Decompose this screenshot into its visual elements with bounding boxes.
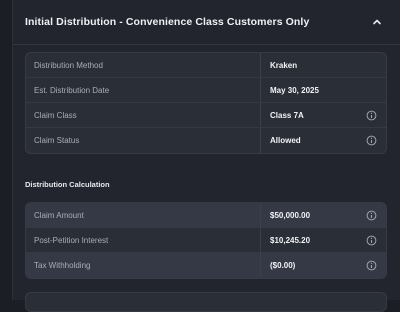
- section-title: Distribution Calculation: [25, 180, 110, 189]
- detail-value: Class 7A: [270, 110, 304, 120]
- panel-title: Initial Distribution - Convenience Class…: [25, 16, 310, 28]
- column-divider: [260, 228, 261, 252]
- distribution-details-card: Distribution Method Kraken Est. Distribu…: [25, 52, 387, 154]
- column-divider: [260, 78, 261, 102]
- detail-row: Distribution Method Kraken: [26, 53, 386, 78]
- info-circle-icon[interactable]: [366, 260, 377, 271]
- chevron-up-icon[interactable]: [370, 15, 384, 29]
- distribution-calculation-card: Claim Amount $50,000.00 Post-Petition In…: [25, 202, 387, 279]
- calculation-row: Claim Amount $50,000.00: [26, 203, 386, 228]
- panel-header[interactable]: Initial Distribution - Convenience Class…: [13, 0, 400, 44]
- detail-value: Kraken: [270, 60, 298, 70]
- column-divider: [260, 128, 261, 153]
- info-circle-icon[interactable]: [366, 110, 377, 121]
- detail-value: May 30, 2025: [270, 85, 319, 95]
- column-divider: [260, 203, 261, 227]
- calculation-value: $50,000.00: [270, 210, 311, 220]
- info-circle-icon[interactable]: [366, 135, 377, 146]
- calculation-value: $10,245.20: [270, 235, 311, 245]
- calculation-row: Tax Withholding ($0.00): [26, 253, 386, 278]
- detail-row: Claim Class Class 7A: [26, 103, 386, 128]
- detail-label: Est. Distribution Date: [34, 85, 110, 95]
- next-card-edge: [25, 292, 387, 312]
- calculation-label: Claim Amount: [34, 210, 84, 220]
- detail-value: Allowed: [270, 136, 301, 145]
- info-circle-icon[interactable]: [366, 235, 377, 246]
- column-divider: [260, 53, 261, 77]
- calculation-value: ($0.00): [270, 261, 296, 270]
- header-divider: [13, 44, 400, 45]
- detail-label: Distribution Method: [34, 60, 103, 70]
- detail-row: Est. Distribution Date May 30, 2025: [26, 78, 386, 103]
- calculation-label: Post-Petition Interest: [34, 235, 109, 245]
- info-circle-icon[interactable]: [366, 210, 377, 221]
- column-divider: [260, 103, 261, 127]
- column-divider: [260, 253, 261, 278]
- calculation-label: Tax Withholding: [34, 261, 91, 270]
- detail-label: Claim Class: [34, 110, 77, 120]
- detail-row: Claim Status Allowed: [26, 128, 386, 153]
- detail-label: Claim Status: [34, 136, 80, 145]
- calculation-row: Post-Petition Interest $10,245.20: [26, 228, 386, 253]
